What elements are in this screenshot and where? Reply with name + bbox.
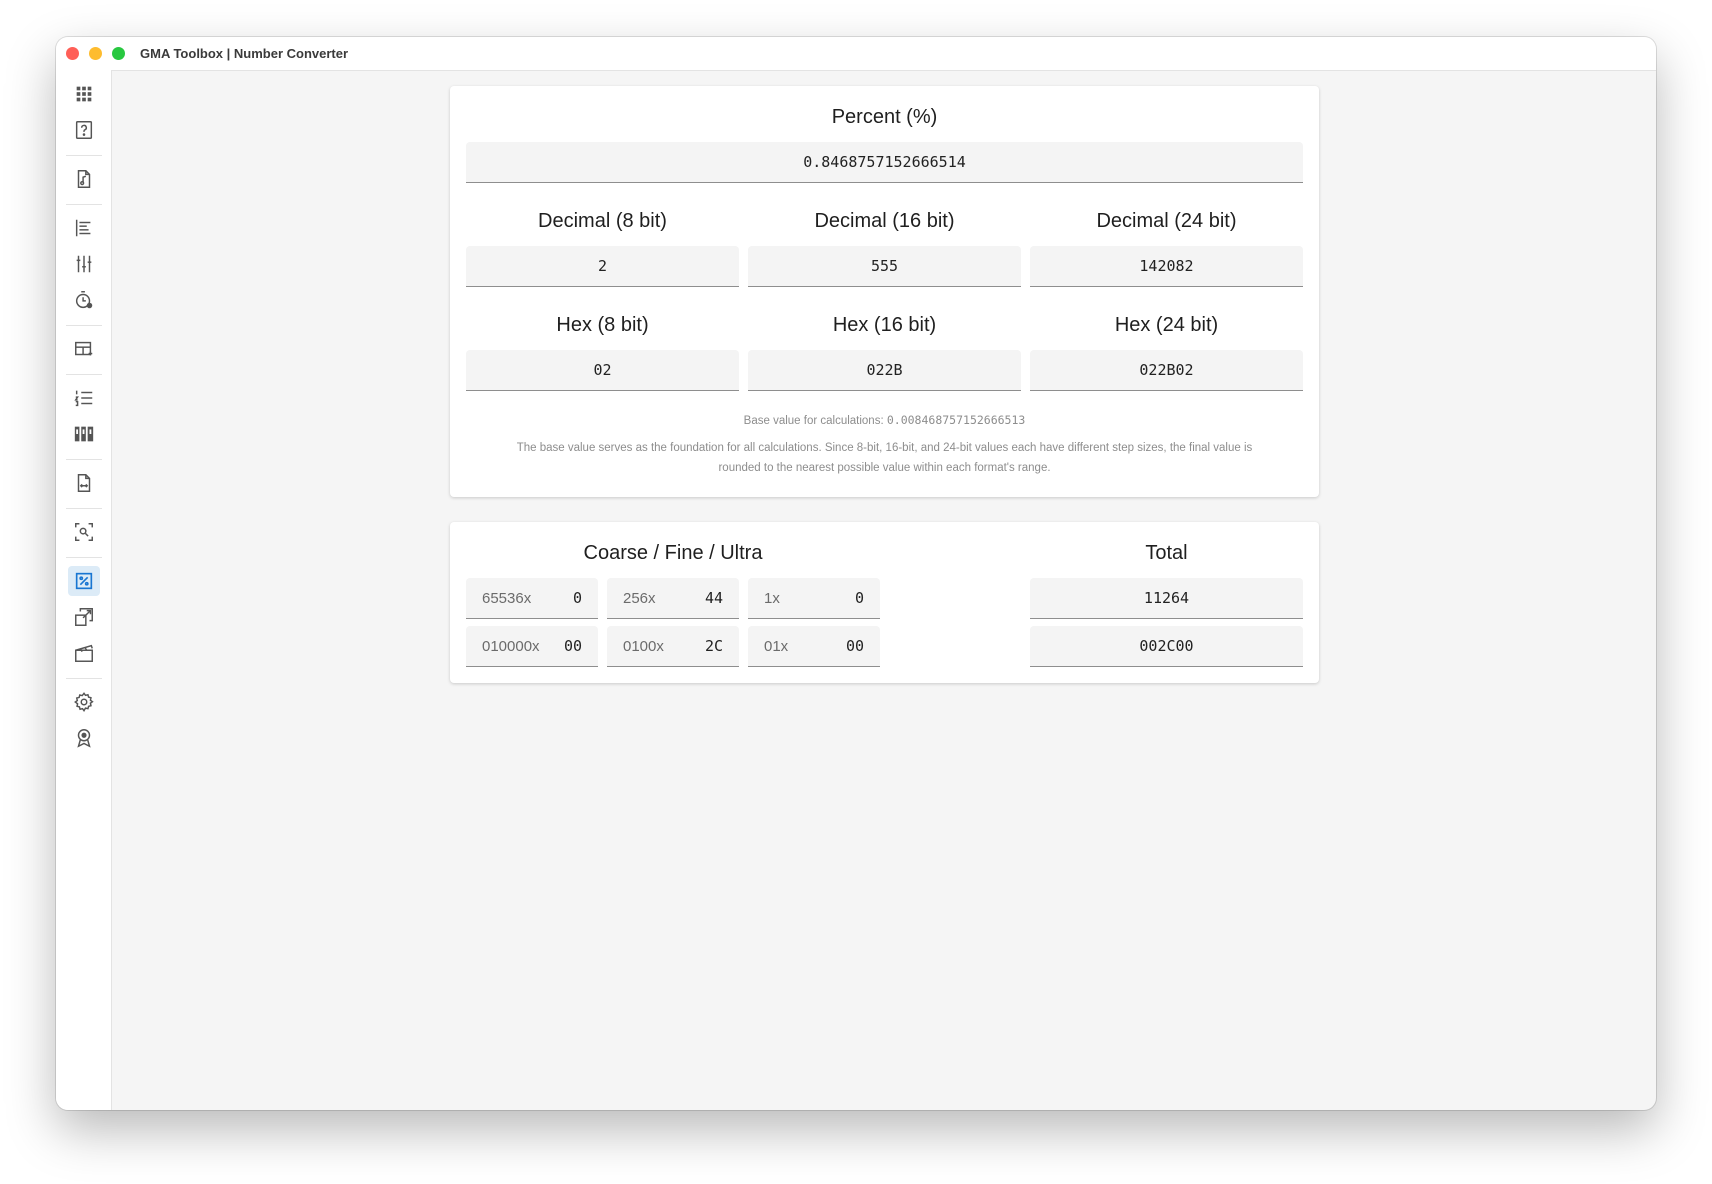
coarse-hex-field[interactable]: 010000x 00 — [466, 626, 598, 667]
percent-input[interactable]: 0.8468757152666514 — [466, 142, 1303, 183]
decimal-8-label: Decimal (8 bit) — [538, 210, 667, 232]
close-window-button[interactable] — [66, 47, 79, 60]
sidebar-item-table[interactable] — [68, 334, 100, 364]
total-heading: Total — [1145, 542, 1188, 564]
total-hex-input[interactable]: 002C00 — [1030, 626, 1303, 667]
apps-grid-icon — [76, 86, 92, 102]
ultra-hex-value: 00 — [845, 637, 864, 655]
decimal-24-input[interactable]: 142082 — [1030, 246, 1303, 287]
coarse-decimal-label: 65536x — [482, 589, 532, 607]
coarse-fine-card: Coarse / Fine / Ultra Total 65536x 0 256… — [450, 522, 1319, 683]
table-edit-icon — [75, 341, 93, 356]
decimal-16-input[interactable]: 555 — [748, 246, 1021, 287]
fine-decimal-label: 256x — [623, 589, 656, 607]
sidebar-item-help[interactable] — [68, 115, 100, 145]
hex-24-label: Hex (24 bit) — [1114, 314, 1219, 336]
sidebar-item-align[interactable] — [68, 213, 100, 243]
award-icon — [77, 729, 91, 748]
numbered-list-icon — [74, 390, 93, 407]
sidebar-item-about[interactable] — [68, 723, 100, 753]
align-left-icon — [75, 219, 91, 237]
explanation-line-2: rounded to the nearest possible value wi… — [718, 462, 1051, 474]
base-value-prefix: Base value for calculations: — [743, 415, 884, 427]
fine-hex-value: 2C — [704, 637, 723, 655]
sliders-icon — [76, 255, 92, 273]
total-decimal-input[interactable]: 11264 — [1030, 578, 1303, 619]
ultra-decimal-value: 0 — [854, 589, 864, 607]
sidebar-item-library[interactable] — [68, 419, 100, 449]
fine-hex-label: 0100x — [623, 637, 664, 655]
converter-card: Percent (%) 0.8468757152666514 Decimal (… — [450, 86, 1319, 497]
fine-decimal-field[interactable]: 256x 44 — [607, 578, 739, 619]
coarse-fine-heading: Coarse / Fine / Ultra — [583, 542, 763, 564]
percent-icon — [75, 572, 93, 590]
music-file-icon — [77, 170, 91, 188]
percent-label: Percent (%) — [831, 106, 938, 128]
image-search-icon — [75, 523, 93, 541]
zoom-window-button[interactable] — [112, 47, 125, 60]
ultra-hex-label: 01x — [764, 637, 789, 655]
sidebar-item-settings[interactable] — [68, 687, 100, 717]
library-icon — [74, 426, 94, 442]
sidebar-item-video[interactable] — [68, 638, 100, 668]
timer-icon — [75, 291, 93, 309]
explanation-line-1: The base value serves as the foundation … — [516, 442, 1253, 454]
ultra-hex-field[interactable]: 01x 00 — [748, 626, 880, 667]
sidebar — [56, 70, 112, 1110]
file-code-icon — [77, 474, 91, 492]
hex-16-input[interactable]: 022B — [748, 350, 1021, 391]
title-bar: GMA Toolbox | Number Converter — [56, 37, 1656, 71]
ultra-decimal-field[interactable]: 1x 0 — [748, 578, 880, 619]
coarse-hex-label: 010000x — [482, 637, 540, 655]
base-value-explanation: The base value serves as the foundation … — [460, 438, 1309, 478]
fine-hex-field[interactable]: 0100x 2C — [607, 626, 739, 667]
sidebar-item-number-converter[interactable] — [68, 566, 100, 596]
sidebar-item-list[interactable] — [68, 383, 100, 413]
decimal-16-label: Decimal (16 bit) — [814, 210, 955, 232]
hex-24-input[interactable]: 022B02 — [1030, 350, 1303, 391]
open-external-icon — [75, 608, 93, 626]
hex-16-label: Hex (16 bit) — [832, 314, 937, 336]
help-icon — [75, 121, 93, 139]
settings-icon — [74, 692, 94, 713]
coarse-hex-value: 00 — [563, 637, 582, 655]
sidebar-item-file[interactable] — [68, 468, 100, 498]
fine-decimal-value: 44 — [704, 589, 723, 607]
window-title: GMA Toolbox | Number Converter — [140, 46, 349, 61]
minimize-window-button[interactable] — [89, 47, 102, 60]
sidebar-item-timer[interactable] — [68, 285, 100, 315]
sidebar-item-search[interactable] — [68, 517, 100, 547]
sidebar-item-apps[interactable] — [68, 79, 100, 109]
base-value-line: Base value for calculations: 0.008468757… — [450, 410, 1319, 431]
sidebar-item-external[interactable] — [68, 602, 100, 632]
sidebar-item-sliders[interactable] — [68, 249, 100, 279]
coarse-decimal-field[interactable]: 65536x 0 — [466, 578, 598, 619]
base-value: 0.008468757152666513 — [886, 413, 1026, 427]
ultra-decimal-label: 1x — [764, 589, 780, 607]
decimal-8-input[interactable]: 2 — [466, 246, 739, 287]
sidebar-item-music-file[interactable] — [68, 164, 100, 194]
coarse-decimal-value: 0 — [572, 589, 582, 607]
app-window: GMA Toolbox | Number Converter Percent (… — [56, 37, 1656, 1110]
hex-8-input[interactable]: 02 — [466, 350, 739, 391]
hex-8-label: Hex (8 bit) — [556, 314, 649, 336]
clapperboard-icon — [75, 644, 93, 662]
decimal-24-label: Decimal (24 bit) — [1096, 210, 1237, 232]
